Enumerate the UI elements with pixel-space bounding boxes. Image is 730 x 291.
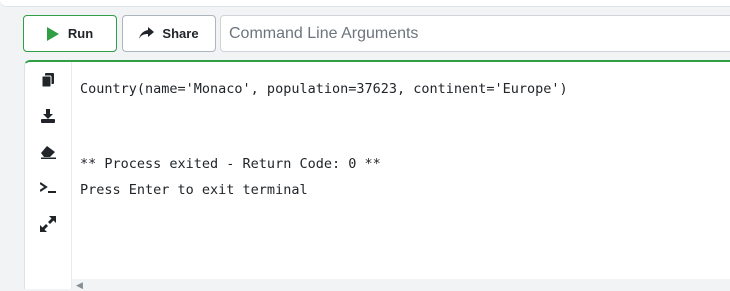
expand-icon[interactable] <box>38 214 58 234</box>
terminal-sidebar <box>25 62 72 289</box>
share-icon <box>139 27 155 40</box>
download-icon[interactable] <box>38 106 58 126</box>
terminal-line: Country(name='Monaco', population=37623,… <box>80 81 568 97</box>
run-button[interactable]: Run <box>23 15 117 52</box>
terminal-line: ** Process exited - Return Code: 0 ** <box>80 156 381 172</box>
terminal-panel[interactable]: Country(name='Monaco', population=37623,… <box>24 60 730 291</box>
horizontal-scrollbar[interactable]: ◀ <box>72 279 730 291</box>
share-button-label: Share <box>162 26 199 41</box>
run-button-label: Run <box>67 26 94 41</box>
terminal-output: Country(name='Monaco', population=37623,… <box>80 79 730 219</box>
copy-icon[interactable] <box>38 70 58 90</box>
command-line-arguments-input[interactable] <box>220 15 730 52</box>
scroll-left-icon[interactable]: ◀ <box>76 280 83 291</box>
terminal-line: Press Enter to exit terminal <box>80 182 308 198</box>
share-button[interactable]: Share <box>122 15 216 52</box>
panel-top-edge <box>0 0 730 7</box>
play-icon <box>46 26 59 41</box>
terminal-icon[interactable] <box>38 178 58 198</box>
eraser-icon[interactable] <box>38 142 58 162</box>
